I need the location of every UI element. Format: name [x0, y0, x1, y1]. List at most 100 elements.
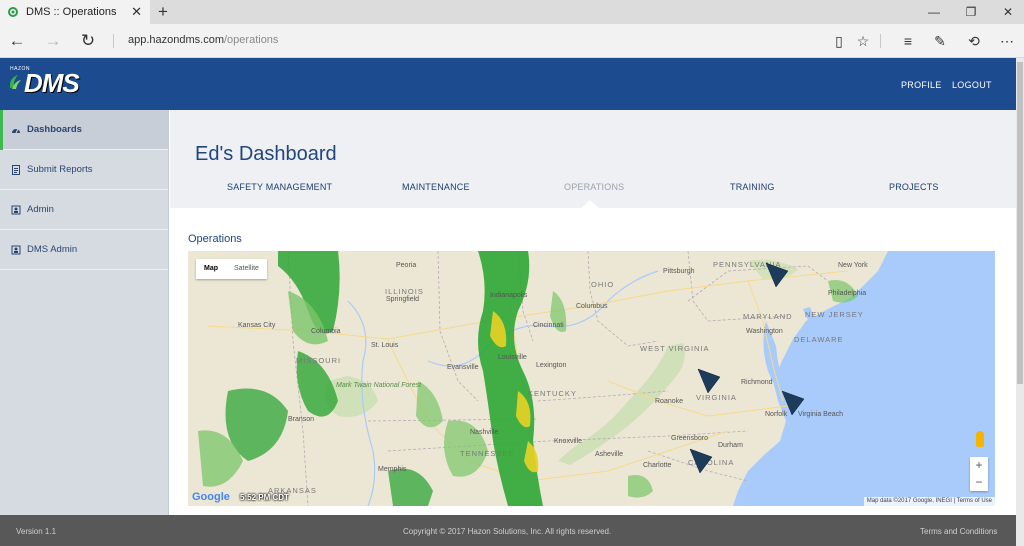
dashboard-icon [12, 128, 20, 133]
dms-logo[interactable]: HAZON DMS [8, 66, 84, 102]
map-label: Richmond [741, 379, 773, 386]
close-window-icon[interactable]: ✕ [992, 0, 1024, 24]
sidebar-item-submit-reports[interactable]: Submit Reports [0, 150, 168, 190]
logo-text: DMS [24, 68, 80, 98]
map-label: Columbus [576, 303, 608, 310]
profile-link[interactable]: PROFILE [901, 80, 942, 90]
map-label: Charlotte [643, 462, 672, 469]
url-divider [113, 34, 114, 48]
map-label: Roanoke [655, 398, 683, 405]
zoom-in-button[interactable]: + [970, 457, 988, 474]
browser-tab-title: DMS :: Operations [26, 6, 117, 18]
map-label: Greensboro [671, 435, 708, 442]
google-logo[interactable]: Google [192, 491, 230, 503]
zoom-out-button[interactable]: − [970, 474, 988, 491]
footer: Version 1.1 Copyright © 2017 Hazon Solut… [0, 515, 1016, 546]
refresh-icon[interactable]: ↻ [77, 30, 99, 52]
site-favicon [8, 7, 18, 17]
zoom-controls: + − [970, 457, 988, 491]
map-label: Washington [746, 328, 783, 335]
address-bar: ← → ↻ app.hazondms.com/operations ▯ ☆ ≡ … [0, 24, 1024, 58]
map-label: Memphis [378, 466, 407, 473]
toolbar-divider [880, 34, 881, 48]
tab-operations[interactable]: OPERATIONS [564, 182, 624, 192]
url-field[interactable]: app.hazondms.com/operations [128, 34, 278, 46]
forward-icon[interactable]: → [42, 30, 64, 52]
back-icon[interactable]: ← [6, 30, 28, 52]
close-tab-icon[interactable]: ✕ [131, 4, 142, 20]
sidebar-item-dms-admin[interactable]: DMS Admin [0, 230, 168, 270]
map-label: Philadelphia [828, 290, 866, 297]
favorite-star-icon[interactable]: ☆ [852, 31, 874, 51]
sidebar: Dashboards Submit Reports Admin DMS Admi… [0, 110, 169, 515]
map-label: Lexington [536, 362, 566, 369]
map-label: Nashville [470, 429, 499, 436]
map-attribution[interactable]: Map data ©2017 Google, INEGI | Terms of … [863, 497, 995, 506]
map-label: WEST VIRGINIA [640, 344, 710, 353]
sidebar-item-admin[interactable]: Admin [0, 190, 168, 230]
minimize-icon[interactable]: — [918, 0, 950, 24]
hub-icon[interactable]: ≡ [897, 31, 919, 51]
page-title: Ed's Dashboard [195, 143, 337, 165]
map-label: TENNESSEE [460, 449, 514, 458]
sidebar-item-dashboards[interactable]: Dashboards [0, 110, 168, 150]
sidebar-item-label: Dashboards [27, 124, 82, 135]
map-label: Columbia [311, 328, 341, 335]
logout-link[interactable]: LOGOUT [952, 80, 992, 90]
tab-projects[interactable]: PROJECTS [889, 182, 939, 192]
map-label: Branson [288, 416, 314, 423]
map-label: Louisville [498, 354, 527, 361]
scrollbar-thumb[interactable] [1017, 62, 1023, 384]
sidebar-item-label: Submit Reports [27, 164, 93, 175]
map-label: Evansville [447, 364, 479, 371]
terms-link[interactable]: Terms and Conditions [920, 527, 997, 536]
admin-icon [11, 205, 21, 214]
map-type-map-button[interactable]: Map [196, 259, 226, 279]
map-label: Pittsburgh [663, 268, 695, 275]
map-type-toggle: Map Satellite [196, 259, 267, 279]
restore-icon[interactable]: ❐ [955, 0, 987, 24]
sidebar-item-label: Admin [27, 204, 54, 215]
tab-maintenance[interactable]: MAINTENANCE [402, 182, 470, 192]
map-label: Kansas City [238, 322, 276, 329]
browser-tab[interactable]: DMS :: Operations ✕ [0, 0, 150, 24]
share-icon[interactable]: ⟲ [963, 31, 985, 51]
web-note-icon[interactable]: ✎ [929, 31, 951, 51]
map-label: Indianapolis [490, 292, 528, 299]
map-label: KENTUCKY [528, 389, 577, 398]
more-icon[interactable]: ⋯ [996, 31, 1018, 51]
map-label: ILLINOIS [385, 287, 424, 296]
tab-training[interactable]: TRAINING [730, 182, 775, 192]
copyright-text: Copyright © 2017 Hazon Solutions, Inc. A… [403, 527, 612, 536]
map-label: Knoxville [554, 438, 582, 445]
map-label: Asheville [595, 451, 623, 458]
map-label: OHIO [591, 280, 614, 289]
report-icon [12, 164, 20, 175]
map-label: NEW JERSEY [805, 310, 864, 319]
map-label: Peoria [396, 262, 416, 269]
map-label: Virginia Beach [798, 411, 843, 418]
map-label: Mark Twain National Forest [336, 382, 422, 389]
map-label: Springfield [386, 296, 419, 303]
radar-timestamp: 5:52 PM CDT [240, 493, 289, 502]
street-view-pegman-icon[interactable] [976, 431, 984, 447]
map-label: MARYLAND [743, 312, 793, 321]
app-header: HAZON DMS PROFILE LOGOUT [0, 58, 1016, 110]
browser-tab-bar: DMS :: Operations ✕ + — ❐ ✕ [0, 0, 1024, 24]
map-label: Durham [718, 442, 743, 449]
operations-map[interactable]: Pittsburgh PENNSYLVANIA New York Philade… [188, 251, 995, 506]
map-label: Norfolk [765, 411, 788, 418]
map-type-satellite-button[interactable]: Satellite [226, 259, 267, 279]
logo-swirl-icon [9, 75, 21, 89]
map-label: St. Louis [371, 342, 399, 349]
new-tab-icon[interactable]: + [152, 1, 174, 23]
dashboard-header: Ed's Dashboard SAFETY MANAGEMENT MAINTEN… [170, 110, 1016, 209]
map-label: New York [838, 262, 868, 269]
admin-icon [11, 245, 21, 254]
map-label: VIRGINIA [696, 393, 737, 402]
map-label: Cincinnati [533, 322, 564, 329]
tab-safety-management[interactable]: SAFETY MANAGEMENT [227, 182, 332, 192]
active-tab-caret [580, 200, 600, 209]
map-canvas[interactable]: Pittsburgh PENNSYLVANIA New York Philade… [188, 251, 995, 506]
reading-view-icon[interactable]: ▯ [828, 31, 850, 51]
